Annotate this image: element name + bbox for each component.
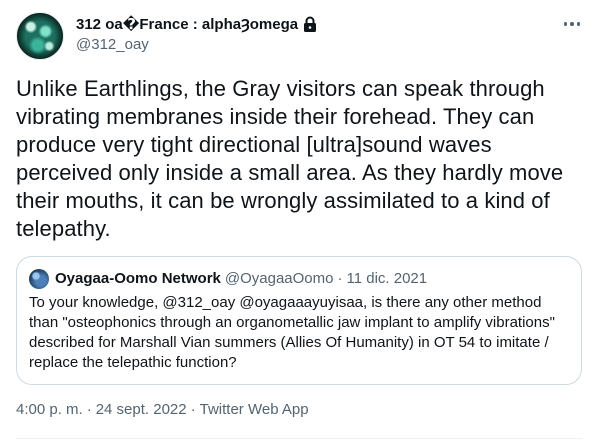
- quoted-author-name: Oyagaa-Oomo Network: [55, 270, 221, 287]
- tweet-date[interactable]: 24 sept. 2022: [96, 401, 187, 418]
- meta-separator: ·: [190, 401, 196, 418]
- quoted-tweet-header: Oyagaa-Oomo Network @OyagaaOomo · 11 dic…: [29, 269, 569, 289]
- tweet-source[interactable]: Twitter Web App: [200, 401, 309, 418]
- tweet-meta: 4:00 p. m. · 24 sept. 2022 · Twitter Web…: [16, 401, 309, 418]
- quoted-tweet[interactable]: Oyagaa-Oomo Network @OyagaaOomo · 11 dic…: [16, 256, 582, 385]
- tweet-card: 312 oa�France : alphaȜomega @312_oay Unl…: [0, 0, 598, 440]
- tweet-text: Unlike Earthlings, the Gray visitors can…: [16, 76, 564, 241]
- quoted-tweet-text: To your knowledge, @312_oay @oyagaaayuyi…: [29, 294, 555, 371]
- quoted-separator: ·: [337, 270, 343, 287]
- author-display-name[interactable]: 312 oa�France : alphaȜomega: [76, 15, 298, 33]
- lock-icon: [302, 16, 318, 32]
- more-options-icon[interactable]: [560, 14, 584, 34]
- author-name-row[interactable]: 312 oa�France : alphaȜomega: [76, 15, 318, 33]
- tweet-time[interactable]: 4:00 p. m.: [16, 401, 83, 418]
- quoted-date: 11 dic. 2021: [346, 270, 428, 287]
- meta-separator: ·: [86, 401, 92, 418]
- quoted-author-avatar: [29, 269, 49, 289]
- author-handle[interactable]: @312_oay: [76, 36, 149, 53]
- author-avatar[interactable]: [16, 12, 64, 60]
- divider: [16, 438, 582, 439]
- quoted-author-handle: @OyagaaOomo: [224, 270, 334, 287]
